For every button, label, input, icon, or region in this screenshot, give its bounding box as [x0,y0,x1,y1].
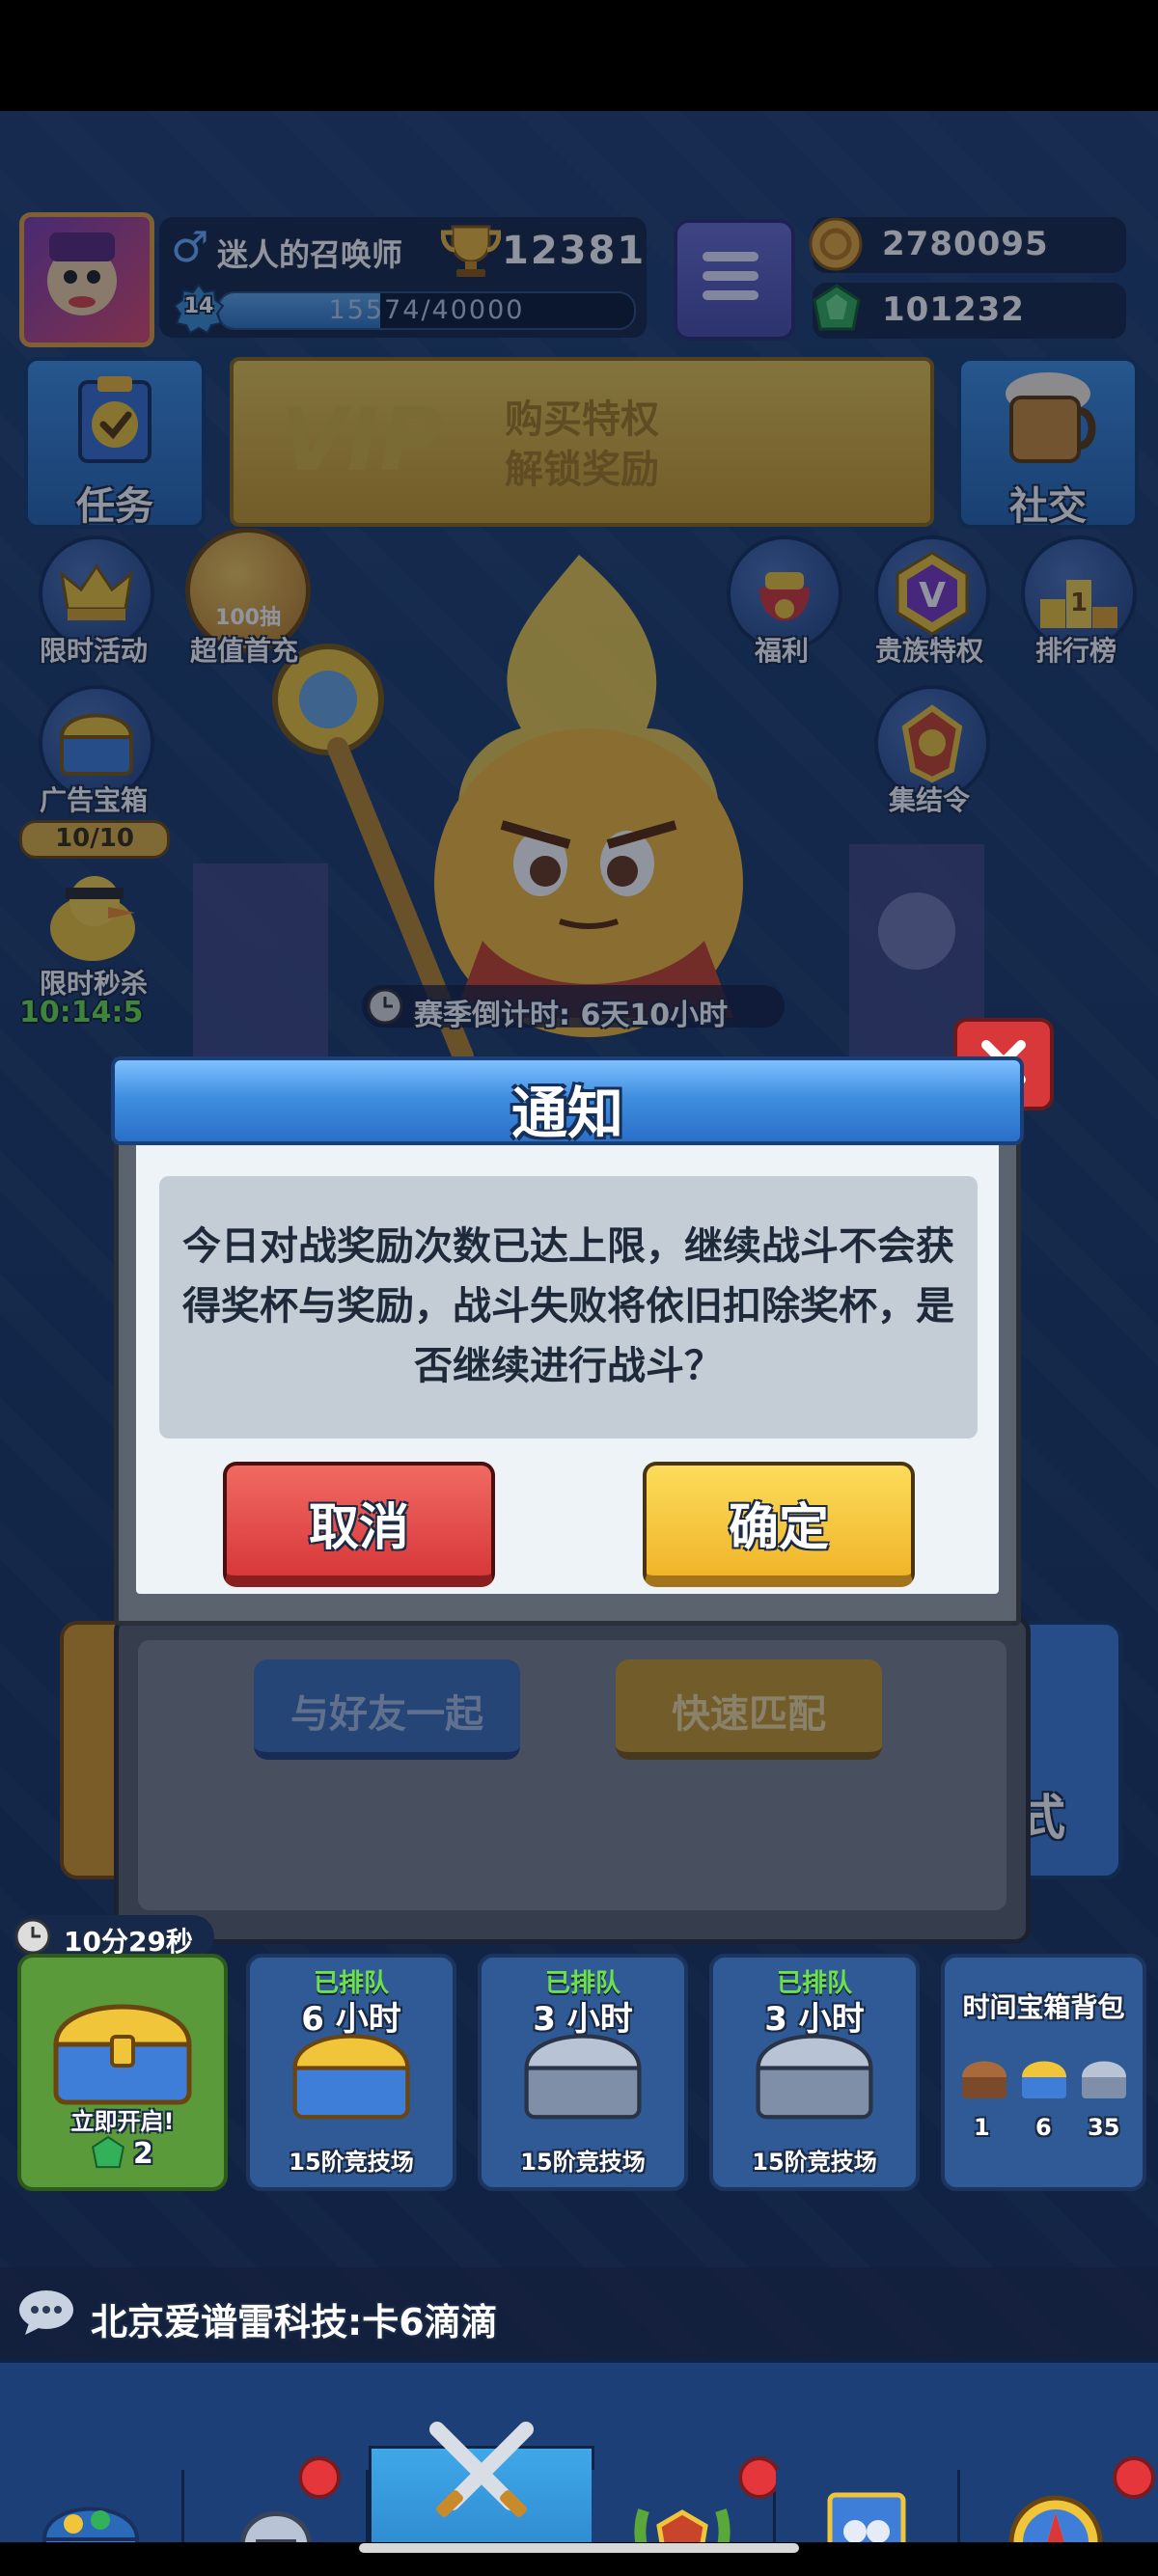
silver-chest-icon [1078,2054,1130,2106]
game-screen: ♂ 迷人的召唤师 12381 15574/40000 14 2780095 10… [0,111,1158,2542]
cancel-button[interactable]: 取消 [223,1462,495,1587]
silver-chest-icon [734,2017,895,2127]
notification-dot [738,2456,781,2499]
nav-social[interactable] [776,2470,960,2542]
chest-slot-3[interactable]: 已排队 3 小时 15阶竞技场 [709,1954,920,2191]
nav-shop[interactable] [0,2470,184,2542]
free-chest-timer: 10分29秒 [12,1915,214,1958]
crossed-swords-icon [424,2420,539,2530]
chest-slot-2[interactable]: 已排队 3 小时 15阶竞技场 [478,1954,688,2191]
chat-bubble-icon [17,2288,75,2341]
gold-chest-icon [42,1985,203,2114]
gem-icon [89,2135,127,2178]
gold-chest-icon [271,2017,431,2127]
group-banner-icon [816,2489,917,2542]
bronze-chest-icon [958,2054,1010,2106]
home-indicator[interactable] [359,2543,799,2553]
status-bar [0,0,1158,111]
silver-chest-icon [503,2017,663,2127]
gold-chest-icon [1018,2054,1070,2106]
nav-explore[interactable] [960,2456,1158,2542]
notice-dialog: 通知 今日对战奖励次数已达上限，继续战斗不会获得奖杯与奖励，战斗失败将依旧扣除奖… [111,1018,1054,1645]
dialog-message: 今日对战奖励次数已达上限，继续战斗不会获得奖杯与奖励，战斗失败将依旧扣除奖杯，是… [182,1224,954,1388]
confirm-button[interactable]: 确定 [643,1462,915,1587]
chat-bar[interactable]: 北京爱谱雷科技:卡6滴滴 [0,2267,1158,2359]
chest-bag-card[interactable]: 时间宝箱背包 1 6 35 [941,1954,1146,2191]
nav-battle[interactable]: 战斗 [369,2422,594,2542]
free-chest-card[interactable]: 立即开启! 2 [17,1954,228,2191]
dialog-title: 通知 [510,1081,623,1146]
treasure-chest-icon [35,2489,147,2542]
chest-slot-1[interactable]: 已排队 6 小时 15阶竞技场 [246,1954,456,2191]
laurel-crown-icon [626,2491,738,2542]
dialog-message-box: 今日对战奖励次数已达上限，继续战斗不会获得奖杯与奖励，战斗失败将依旧扣除奖杯，是… [159,1176,978,1439]
nav-clan[interactable] [592,2456,781,2542]
chat-message: 北京爱谱雷科技:卡6滴滴 [91,2301,498,2343]
nav-cards[interactable] [184,2456,369,2542]
compass-icon [1005,2491,1107,2542]
notification-dot [298,2456,341,2499]
notification-dot [1113,2456,1155,2499]
dialog-title-bar: 通知 [111,1056,1024,1146]
